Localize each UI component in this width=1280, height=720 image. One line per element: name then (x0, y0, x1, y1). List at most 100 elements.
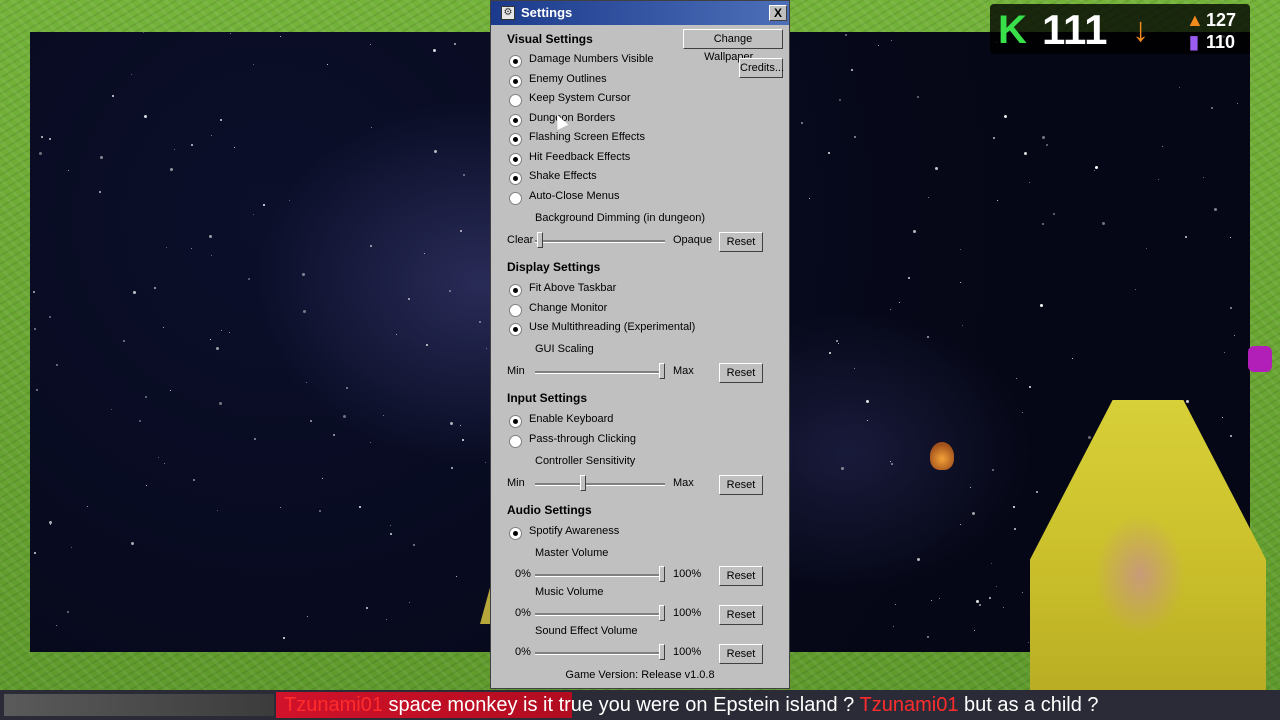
audio-slider-reset-button[interactable]: Reset (719, 566, 763, 586)
visual-option-label[interactable]: Auto-Close Menus (529, 190, 620, 202)
star (36, 388, 39, 391)
dimming-slider-track[interactable] (535, 240, 665, 243)
input-option-label[interactable]: Enable Keyboard (529, 413, 613, 425)
display-radio-2[interactable] (509, 323, 522, 336)
star (71, 546, 73, 548)
star (808, 197, 810, 199)
audio-option-label[interactable]: Spotify Awareness (529, 525, 619, 537)
audio-slider-track[interactable] (535, 613, 665, 616)
audio-slider-title: Sound Effect Volume (535, 625, 638, 637)
star (800, 122, 803, 125)
input-radio-0[interactable] (509, 415, 522, 428)
visual-radio-3[interactable] (509, 113, 522, 127)
star (32, 291, 35, 294)
visual-radio-7[interactable] (509, 191, 522, 205)
gui-scaling-min-label: Min (507, 365, 525, 377)
display-radio-0[interactable] (509, 284, 522, 297)
audio-slider-max-label: 100% (673, 607, 702, 619)
star (829, 351, 832, 354)
gui-scaling-slider-thumb[interactable] (659, 363, 665, 379)
star (385, 619, 387, 621)
gui-scaling-slider-track[interactable] (535, 371, 665, 374)
star (170, 389, 172, 391)
star (1158, 179, 1160, 181)
visual-radio-2[interactable] (509, 94, 522, 107)
visual-option-label[interactable]: Flashing Screen Effects (529, 131, 645, 143)
dimming-reset-button[interactable]: Reset (719, 232, 763, 252)
visual-radio-1[interactable] (509, 74, 522, 88)
star (365, 606, 368, 609)
change-wallpaper-button[interactable]: Change Wallpaper... (683, 29, 783, 63)
visual-radio-0[interactable] (509, 55, 522, 68)
sensitivity-slider-track[interactable] (535, 483, 665, 486)
title-bar[interactable]: ⚙ Settings X (491, 1, 789, 25)
visual-option-label[interactable]: Shake Effects (529, 170, 597, 182)
chat-ticker: Tzunami01 space monkey is it true you we… (0, 690, 1280, 720)
star (1230, 434, 1233, 437)
audio-slider-thumb[interactable] (659, 605, 665, 621)
visual-option-label[interactable]: Keep System Cursor (529, 92, 630, 104)
sensitivity-min-label: Min (507, 477, 525, 489)
star (893, 626, 895, 628)
star (934, 166, 938, 170)
display-option-label[interactable]: Change Monitor (529, 302, 607, 314)
star (1203, 177, 1205, 179)
star (926, 635, 929, 638)
visual-option-label[interactable]: Damage Numbers Visible (529, 53, 654, 65)
star (390, 524, 392, 526)
star (1161, 146, 1163, 148)
star (454, 43, 456, 46)
credits-button[interactable]: Credits... (739, 58, 784, 78)
star (1233, 335, 1235, 337)
hud-stat-bottom-value: 110 (1206, 32, 1236, 52)
star (866, 420, 868, 422)
display-option-label[interactable]: Fit Above Taskbar (529, 282, 616, 294)
gui-scaling-reset-button[interactable]: Reset (719, 363, 763, 383)
star (302, 310, 306, 314)
audio-slider-track[interactable] (535, 652, 665, 655)
star (33, 552, 36, 555)
star (845, 33, 848, 36)
star (1094, 165, 1098, 169)
star (1040, 304, 1044, 308)
visual-option-label[interactable]: Enemy Outlines (529, 73, 607, 85)
audio-slider-track[interactable] (535, 574, 665, 577)
visual-radio-4[interactable] (509, 133, 522, 146)
star (123, 340, 126, 343)
star (432, 48, 436, 52)
star (1178, 87, 1180, 89)
sensitivity-slider-thumb[interactable] (579, 475, 586, 491)
star (139, 420, 141, 423)
close-button[interactable]: X (769, 5, 787, 21)
star (211, 254, 213, 256)
star (55, 363, 58, 366)
star (220, 330, 222, 332)
star (310, 420, 313, 423)
sensitivity-reset-button[interactable]: Reset (719, 475, 763, 495)
visual-radio-6[interactable] (509, 172, 522, 185)
audio-slider-reset-button[interactable]: Reset (719, 605, 763, 625)
audio-slider-thumb[interactable] (659, 644, 665, 660)
star (209, 235, 213, 239)
audio-slider-reset-button[interactable]: Reset (719, 644, 763, 664)
star (450, 466, 453, 469)
star (66, 610, 69, 613)
game-version: Game Version: Release v1.0.8 (565, 669, 715, 681)
star (252, 213, 254, 215)
star (426, 344, 429, 347)
star (68, 169, 70, 171)
visual-option-label[interactable]: Dungeon Borders (529, 112, 615, 124)
display-option-label[interactable]: Use Multithreading (Experimental) (529, 321, 695, 333)
star (836, 340, 839, 343)
input-radio-1[interactable] (509, 434, 522, 448)
star (1052, 212, 1055, 215)
audio-slider-thumb[interactable] (659, 566, 665, 582)
input-option-label[interactable]: Pass-through Clicking (529, 433, 636, 445)
visual-option-label[interactable]: Hit Feedback Effects (529, 151, 630, 163)
visual-radio-5[interactable] (509, 152, 522, 166)
star (359, 505, 362, 508)
star (288, 200, 290, 202)
display-radio-1[interactable] (509, 303, 522, 317)
dimming-slider-thumb[interactable] (537, 232, 544, 248)
audio-radio-0[interactable] (509, 527, 522, 540)
